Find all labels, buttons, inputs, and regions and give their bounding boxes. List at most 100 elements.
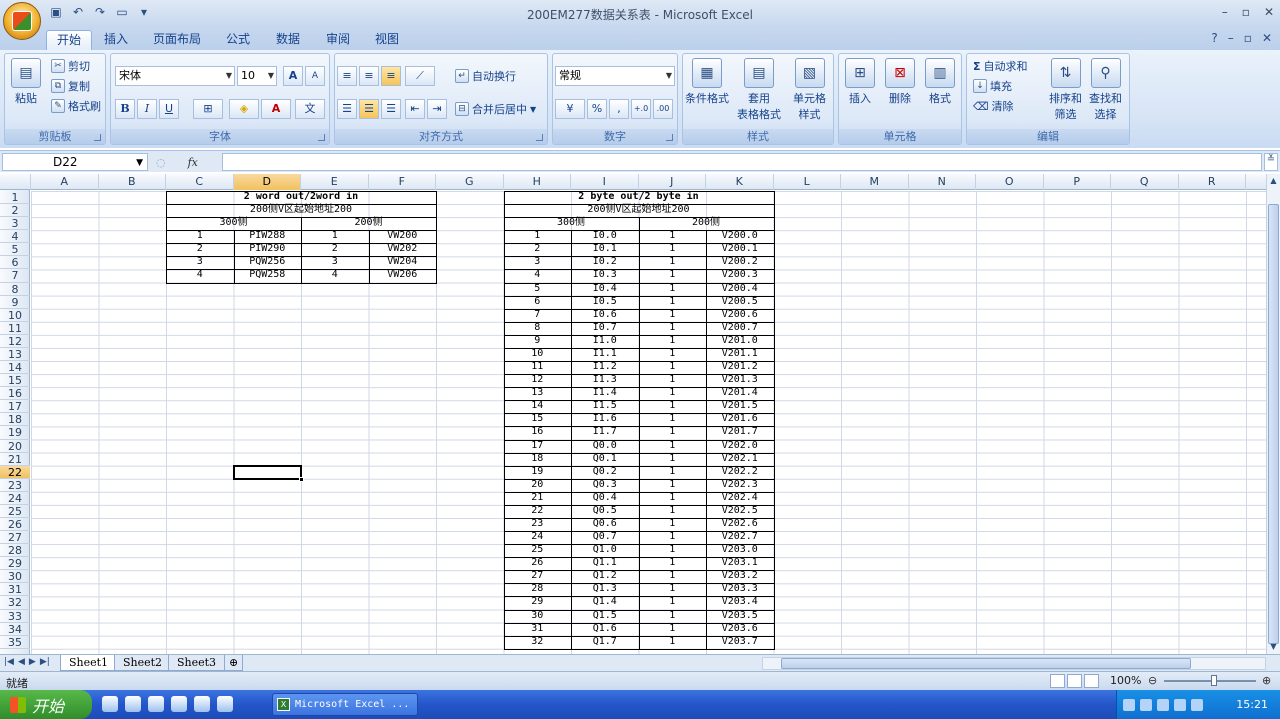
- table2-cell[interactable]: 1: [639, 636, 707, 649]
- scroll-down-icon[interactable]: ▼: [1268, 642, 1279, 654]
- table2-cell[interactable]: V203.6: [706, 623, 774, 636]
- tool-icon[interactable]: [171, 696, 187, 712]
- phonetic-button[interactable]: 文: [295, 99, 325, 119]
- tray-keyboard-icon[interactable]: [1123, 698, 1135, 711]
- page-break-view-icon[interactable]: [1084, 674, 1099, 688]
- table2-cell[interactable]: 1: [639, 374, 707, 387]
- table2-title[interactable]: 2 byte out/2 byte in: [504, 191, 774, 204]
- table2-cell[interactable]: Q1.6: [571, 623, 639, 636]
- prev-sheet-icon[interactable]: ◀: [18, 657, 25, 667]
- table2-cell[interactable]: 1: [639, 400, 707, 413]
- table2-cell[interactable]: 1: [639, 296, 707, 309]
- table2-cell[interactable]: Q0.4: [571, 492, 639, 505]
- tab-insert[interactable]: 插入: [94, 30, 138, 50]
- row-header[interactable]: 23: [0, 479, 30, 492]
- table2-cell[interactable]: Q1.3: [571, 583, 639, 596]
- help-icon[interactable]: ?: [1211, 31, 1217, 45]
- table2-cell[interactable]: I0.0: [571, 230, 639, 243]
- table2-cell[interactable]: V201.2: [706, 361, 774, 374]
- table2-cell[interactable]: 32: [504, 636, 572, 649]
- zoom-in-button[interactable]: ⊕: [1262, 674, 1271, 687]
- table2-cell[interactable]: Q0.0: [571, 440, 639, 453]
- table2-cell[interactable]: V200.7: [706, 322, 774, 335]
- row-header[interactable]: 5: [0, 243, 30, 257]
- table2-cell[interactable]: 1: [639, 361, 707, 374]
- sort-filter-button[interactable]: ⇅ 排序和 筛选: [1049, 58, 1082, 122]
- table2-cell[interactable]: V201.5: [706, 400, 774, 413]
- table1-cell[interactable]: 1: [301, 230, 369, 243]
- table2-cell[interactable]: 1: [639, 335, 707, 348]
- row-header[interactable]: 29: [0, 557, 30, 571]
- zoom-level[interactable]: 100%: [1110, 674, 1141, 687]
- taskbar-item-excel[interactable]: X Microsoft Excel ...: [272, 693, 418, 716]
- table2-cell[interactable]: Q1.7: [571, 636, 639, 649]
- media-icon[interactable]: [125, 696, 141, 712]
- orientation-button[interactable]: ⟋: [405, 66, 435, 86]
- table2-cell[interactable]: I0.6: [571, 309, 639, 322]
- table2-cell[interactable]: 1: [639, 610, 707, 623]
- table2-cell[interactable]: 19: [504, 466, 572, 479]
- column-header[interactable]: G: [436, 174, 504, 190]
- worksheet[interactable]: ABCDEFGHIJKLMNOPQR 1 2 3 4 5 6 7 8 9 10 11 12 13 14 15…: [0, 174, 1266, 654]
- table2-cell[interactable]: I1.2: [571, 361, 639, 374]
- table1-cell[interactable]: 4: [166, 269, 234, 282]
- table2-cell[interactable]: Q0.3: [571, 479, 639, 492]
- next-sheet-icon[interactable]: ▶: [29, 657, 36, 667]
- row-header[interactable]: 30: [0, 570, 30, 584]
- table2-cell[interactable]: 2: [504, 243, 572, 256]
- table2-cell[interactable]: V201.0: [706, 335, 774, 348]
- table2-cell[interactable]: Q1.2: [571, 570, 639, 583]
- select-all-corner[interactable]: [0, 174, 31, 190]
- table2-cell[interactable]: V202.2: [706, 466, 774, 479]
- row-header[interactable]: 16: [0, 387, 30, 401]
- minimize-button[interactable]: –: [1222, 5, 1228, 19]
- table2-cell[interactable]: V200.5: [706, 296, 774, 309]
- table2-cell[interactable]: V203.2: [706, 570, 774, 583]
- table1-cell[interactable]: 2: [166, 243, 234, 256]
- table2-cell[interactable]: Q0.2: [571, 466, 639, 479]
- table2-cell[interactable]: V203.0: [706, 544, 774, 557]
- row-header[interactable]: 3: [0, 217, 30, 231]
- table1-subtitle[interactable]: 200侧V区起始地址200: [166, 204, 436, 217]
- row-header[interactable]: 21: [0, 453, 30, 466]
- delete-cells-button[interactable]: ⊠ 删除: [885, 58, 915, 106]
- vertical-scrollbar[interactable]: ▲ ▼: [1266, 174, 1280, 656]
- row-header[interactable]: 8: [0, 283, 30, 296]
- column-header[interactable]: C: [166, 174, 234, 190]
- find-select-button[interactable]: ⚲ 查找和 选择: [1089, 58, 1122, 122]
- table2-cell[interactable]: 1: [639, 570, 707, 583]
- table2-side-300[interactable]: 300侧: [504, 217, 639, 230]
- table2-cell[interactable]: 1: [639, 322, 707, 335]
- table2-cell[interactable]: 1: [639, 492, 707, 505]
- horizontal-scrollbar[interactable]: [762, 657, 1266, 670]
- table2-cell[interactable]: 1: [639, 557, 707, 570]
- wrap-text-button[interactable]: ↵ 自动换行: [455, 68, 516, 84]
- table2-cell[interactable]: 1: [639, 348, 707, 361]
- last-sheet-icon[interactable]: ▶|: [40, 657, 50, 667]
- table2-cell[interactable]: 16: [504, 426, 572, 439]
- font-name-select[interactable]: 宋体 ▼: [115, 66, 235, 86]
- table2-cell[interactable]: 17: [504, 440, 572, 453]
- row-header[interactable]: 24: [0, 492, 30, 505]
- tray-volume-icon[interactable]: [1174, 698, 1186, 711]
- increase-decimal-button[interactable]: +.0: [631, 99, 651, 119]
- table2-cell[interactable]: 1: [639, 583, 707, 596]
- tray-network-icon[interactable]: [1157, 698, 1169, 711]
- decrease-indent-button[interactable]: ⇤: [405, 99, 425, 119]
- table2-cell[interactable]: 23: [504, 518, 572, 531]
- align-middle-button[interactable]: ≡: [359, 66, 379, 86]
- table2-cell[interactable]: I1.7: [571, 426, 639, 439]
- insert-cells-button[interactable]: ⊞ 插入: [845, 58, 875, 106]
- tab-formulas[interactable]: 公式: [216, 30, 260, 50]
- table2-cell[interactable]: I0.1: [571, 243, 639, 256]
- table2-cell[interactable]: V201.6: [706, 413, 774, 426]
- cancel-entry-icon[interactable]: ◌: [156, 156, 166, 169]
- table2-cell[interactable]: 1: [639, 596, 707, 609]
- align-right-button[interactable]: ☰: [381, 99, 401, 119]
- name-box[interactable]: D22 ▼: [2, 153, 148, 171]
- table2-cell[interactable]: 26: [504, 557, 572, 570]
- column-header[interactable]: P: [1044, 174, 1111, 190]
- table1-title[interactable]: 2 word out/2word in: [166, 191, 436, 204]
- doc-restore-button[interactable]: ▫: [1244, 31, 1252, 45]
- row-header[interactable]: 18: [0, 413, 30, 427]
